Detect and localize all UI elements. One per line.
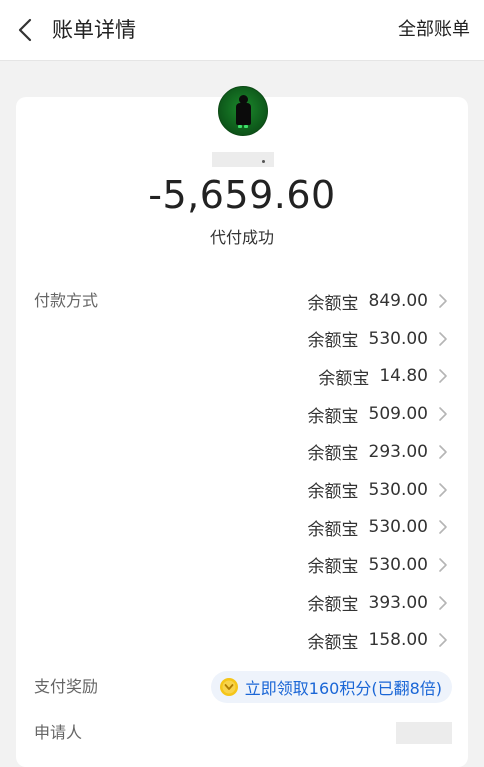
payment-method-name: 余额宝: [307, 519, 359, 540]
page-title: 账单详情: [52, 18, 136, 42]
nav-bar: 账单详情 全部账单: [0, 0, 484, 61]
payment-amount: 530.00: [368, 479, 428, 500]
payment-row[interactable]: 余额宝 530.00: [308, 552, 452, 578]
payment-row[interactable]: 余额宝 530.00: [308, 326, 452, 352]
payment-amount: 293.00: [368, 441, 428, 462]
payment-row[interactable]: 余额宝 530.00: [308, 477, 452, 503]
payment-row[interactable]: 余额宝 509.00: [308, 401, 452, 427]
chevron-right-icon: [439, 633, 447, 648]
payer-name-redacted: [212, 152, 274, 167]
chevron-right-icon: [439, 369, 447, 384]
payment-row[interactable]: 余额宝 393.00: [308, 590, 452, 616]
applicant-label: 申请人: [34, 723, 83, 742]
avatar: [218, 86, 268, 136]
payment-amount: 530.00: [368, 328, 428, 349]
payment-amount: 530.00: [368, 554, 428, 575]
payment-method-label: 付款方式: [34, 291, 99, 310]
payment-method-name: 余额宝: [307, 632, 359, 653]
payment-row[interactable]: 余额宝 849.00: [308, 288, 452, 314]
payment-method-name: 余额宝: [307, 331, 359, 352]
payment-amount: 158.00: [368, 630, 428, 651]
reward-claim-button[interactable]: 立即领取160积分(已翻8倍): [210, 671, 452, 703]
chevron-right-icon: [439, 520, 447, 534]
applicant-name-redacted: [396, 722, 452, 744]
chevron-right-icon: [439, 482, 447, 497]
chevron-right-icon: [439, 331, 447, 346]
chevron-left-icon: [18, 18, 32, 42]
payment-method-name: 余额宝: [307, 557, 359, 578]
payment-amount: 509.00: [368, 404, 428, 425]
coin-icon: [219, 678, 238, 696]
payment-method-name: 余额宝: [307, 444, 359, 465]
payment-row[interactable]: 余额宝 293.00: [308, 439, 452, 465]
payment-method-name: 余额宝: [307, 482, 359, 502]
payment-amount: 530.00: [368, 517, 428, 538]
payment-reward-label: 支付奖励: [34, 677, 99, 696]
chevron-right-icon: [439, 407, 447, 421]
payment-method-name: 余额宝: [307, 406, 359, 427]
payment-amount: 14.80: [379, 366, 428, 387]
chevron-right-icon: [439, 558, 447, 572]
all-bills-link[interactable]: 全部账单: [398, 17, 470, 43]
payment-row[interactable]: 余额宝 530.00: [308, 514, 452, 540]
payment-amount: 393.00: [368, 592, 428, 613]
payment-method-name: 余额宝: [307, 595, 359, 616]
transaction-amount: -5,659.60: [148, 173, 336, 217]
transaction-status: 代付成功: [209, 228, 274, 247]
back-button[interactable]: [14, 16, 40, 44]
chevron-right-icon: [439, 444, 447, 459]
payment-method-name: 余额宝: [318, 368, 370, 389]
payment-row[interactable]: 余额宝 14.80: [318, 363, 452, 389]
chevron-right-icon: [439, 294, 447, 308]
payment-method-name: 余额宝: [307, 293, 359, 314]
payment-row[interactable]: 余额宝 158.00: [308, 627, 452, 653]
payment-amount: 849.00: [368, 291, 428, 311]
chevron-right-icon: [439, 595, 447, 610]
reward-text: 立即领取160积分(已翻8倍): [244, 679, 442, 698]
